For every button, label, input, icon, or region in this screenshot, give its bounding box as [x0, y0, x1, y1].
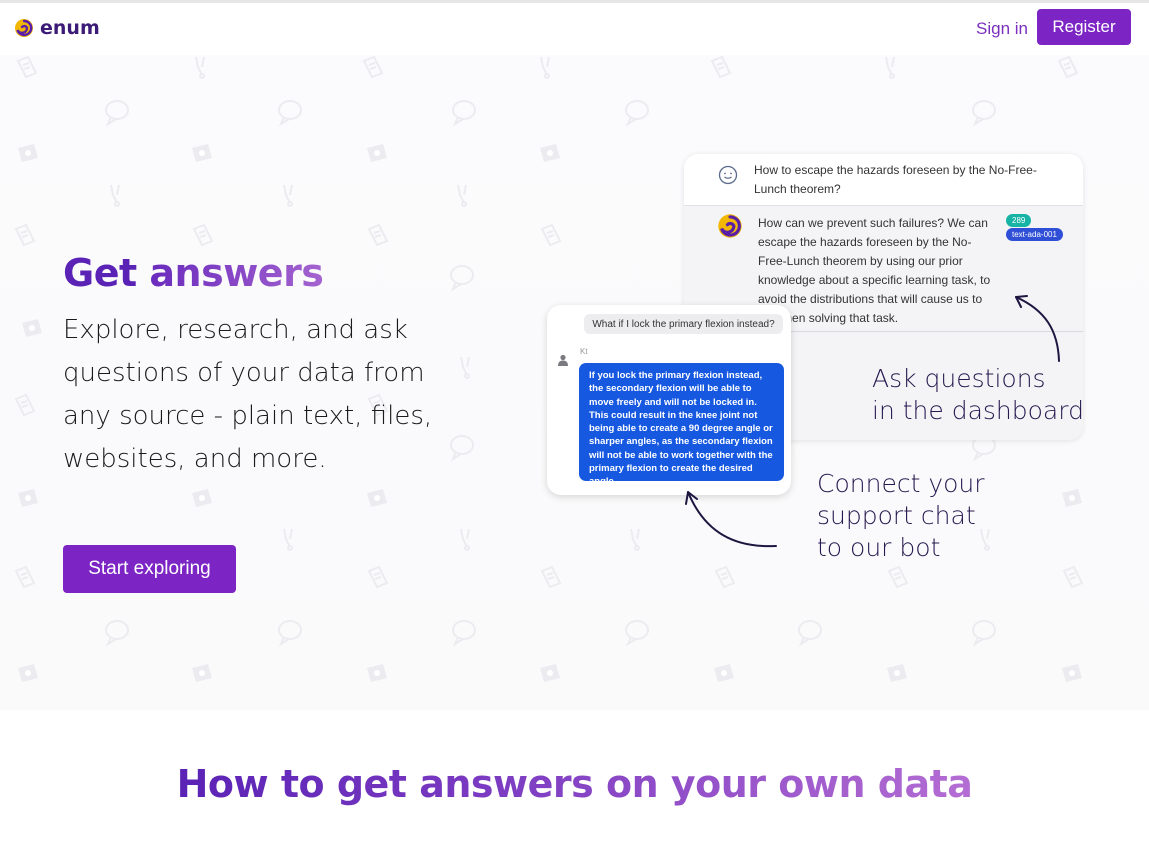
dashboard-caption: Ask questions in the dashboard [872, 363, 1084, 427]
dashboard-caption-line2: in the dashboard [872, 396, 1084, 425]
section-title: How to get answers on your own data [0, 762, 1149, 806]
hero-title-part2: answers [149, 251, 324, 295]
hero-section: Get answers Explore, research, and ask q… [0, 55, 1149, 710]
sign-in-link[interactable]: Sign in [976, 19, 1028, 39]
dashboard-question-text: How to escape the hazards foreseen by th… [754, 163, 1037, 196]
brand-name: enum [40, 17, 100, 39]
support-chat-caption: Connect your support chat to our bot [817, 468, 985, 564]
brand-logo-link[interactable]: enum [14, 17, 100, 39]
chat-user-name: Kt [580, 347, 588, 356]
dashboard-caption-line1: Ask questions [872, 364, 1046, 393]
support-chat-caption-line3: to our bot [817, 533, 941, 562]
token-count-badge: 289 [1006, 214, 1032, 227]
chat-answer-bubble: If you lock the primary flexion instead,… [579, 363, 784, 487]
model-badge: text-ada-001 [1006, 228, 1063, 241]
enum-bot-logo-icon [718, 214, 742, 238]
support-chat-caption-line1: Connect your [817, 469, 985, 498]
enum-logo-icon [15, 19, 33, 37]
user-avatar-icon [558, 354, 568, 366]
support-chat-preview-card: What if I lock the primary flexion inste… [547, 305, 791, 495]
top-nav: enum Sign in Register [0, 3, 1149, 55]
support-chat-caption-line2: support chat [817, 501, 976, 530]
dashboard-question-row: How to escape the hazards foreseen by th… [684, 154, 1083, 206]
section-title-text: How to get answers on your own data [176, 762, 973, 806]
register-button[interactable]: Register [1037, 9, 1131, 45]
user-smile-icon [718, 165, 738, 185]
start-exploring-button[interactable]: Start exploring [63, 545, 236, 593]
hero-description: Explore, research, and ask questions of … [63, 315, 433, 474]
hero-title: Get answers [63, 251, 324, 295]
hero-title-part1: Get [63, 251, 137, 295]
chat-question-bubble: What if I lock the primary flexion inste… [584, 314, 783, 334]
dashboard-answer-text: How can we prevent such failures? We can… [758, 216, 991, 325]
